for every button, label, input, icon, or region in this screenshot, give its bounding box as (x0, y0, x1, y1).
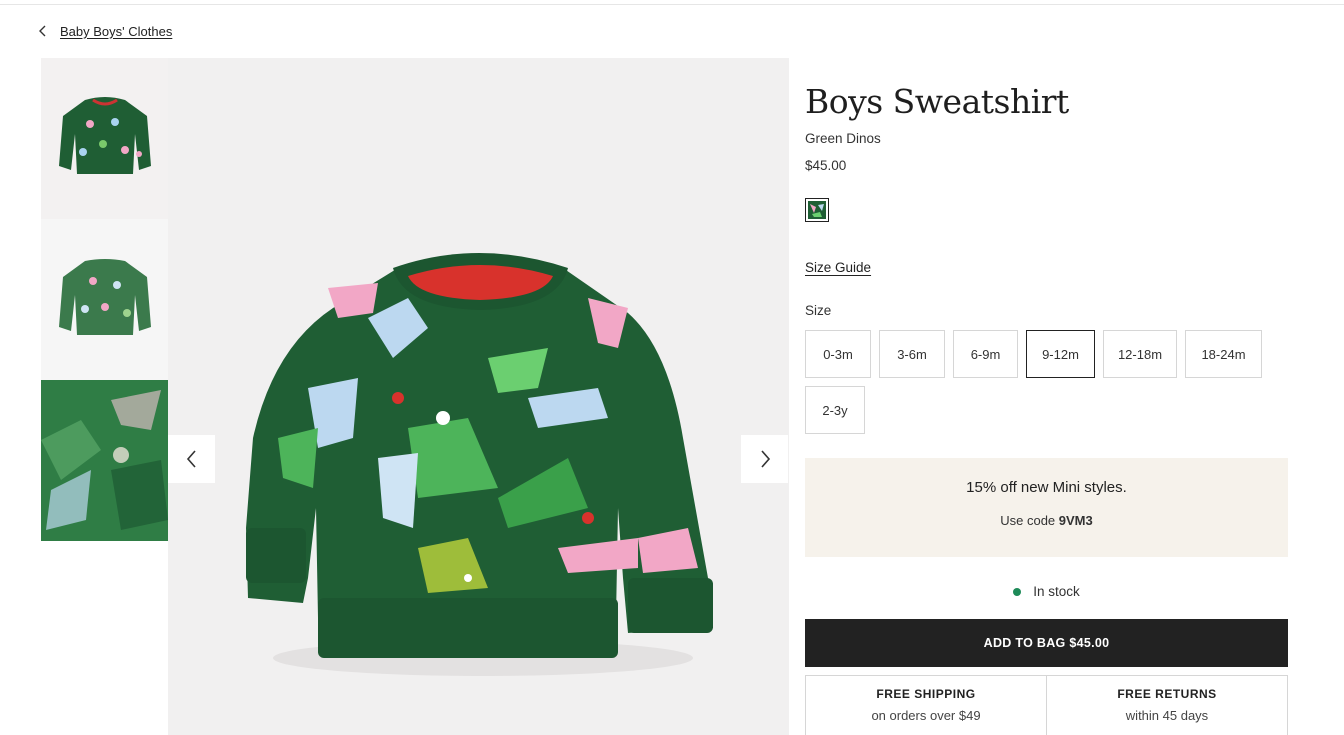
stock-status-text: In stock (1033, 584, 1080, 599)
perk-title: FREE SHIPPING (876, 687, 976, 701)
perk-shipping: FREE SHIPPING on orders over $49 (806, 676, 1046, 735)
size-option[interactable]: 6-9m (953, 330, 1018, 378)
top-divider (0, 4, 1344, 5)
promo-banner: 15% off new Mini styles. Use code 9VM3 (805, 458, 1288, 557)
promo-code: 9VM3 (1058, 513, 1093, 528)
sweatshirt-illustration (246, 253, 713, 676)
thumbnail-front[interactable] (41, 58, 168, 219)
size-option-selected[interactable]: 9-12m (1026, 330, 1095, 378)
chevron-left-icon (186, 450, 196, 468)
promo-headline: 15% off new Mini styles. (966, 479, 1127, 496)
sweatshirt-thumbnail-image (58, 96, 151, 174)
size-label: Size (805, 303, 832, 318)
size-guide-link[interactable]: Size Guide (805, 260, 871, 275)
stock-status: In stock (805, 584, 1288, 599)
next-image-button[interactable] (741, 435, 788, 483)
thumbnail-list (41, 58, 168, 541)
size-option[interactable]: 2-3y (805, 386, 865, 434)
main-product-image (168, 58, 789, 735)
breadcrumb-link[interactable]: Baby Boys' Clothes (60, 24, 172, 39)
add-to-bag-button[interactable]: ADD TO BAG $45.00 (805, 619, 1288, 667)
color-swatch[interactable] (805, 198, 829, 222)
chevron-right-icon (760, 450, 770, 468)
size-option[interactable]: 18-24m (1185, 330, 1262, 378)
chevron-left-icon[interactable] (38, 22, 50, 40)
perk-title: FREE RETURNS (1117, 687, 1217, 701)
promo-code-prefix: Use code (1000, 513, 1059, 528)
previous-image-button[interactable] (168, 435, 215, 483)
size-option[interactable]: 3-6m (879, 330, 945, 378)
thumbnail-detail[interactable] (41, 380, 168, 541)
promo-code-line: Use code 9VM3 (805, 513, 1288, 528)
in-stock-dot-icon (1013, 587, 1022, 596)
size-options: 0-3m 3-6m 6-9m 9-12m 12-18m 18-24m 2-3y (805, 330, 1288, 434)
size-option[interactable]: 0-3m (805, 330, 871, 378)
perk-subtitle: within 45 days (1125, 708, 1209, 723)
product-color-name: Green Dinos (805, 131, 881, 146)
perk-subtitle: on orders over $49 (871, 708, 981, 723)
thumbnail-back[interactable] (41, 219, 168, 380)
product-title: Boys Sweatshirt (805, 82, 1069, 121)
perks-panel: FREE SHIPPING on orders over $49 FREE RE… (805, 675, 1288, 735)
product-price: $45.00 (805, 158, 847, 173)
fabric-detail-thumbnail-image (41, 380, 168, 541)
sweatshirt-back-thumbnail-image (58, 258, 151, 335)
size-option[interactable]: 12-18m (1103, 330, 1177, 378)
perk-returns: FREE RETURNS within 45 days (1046, 676, 1287, 735)
breadcrumb: Baby Boys' Clothes (38, 22, 172, 40)
swatch-pattern-icon (808, 201, 826, 219)
